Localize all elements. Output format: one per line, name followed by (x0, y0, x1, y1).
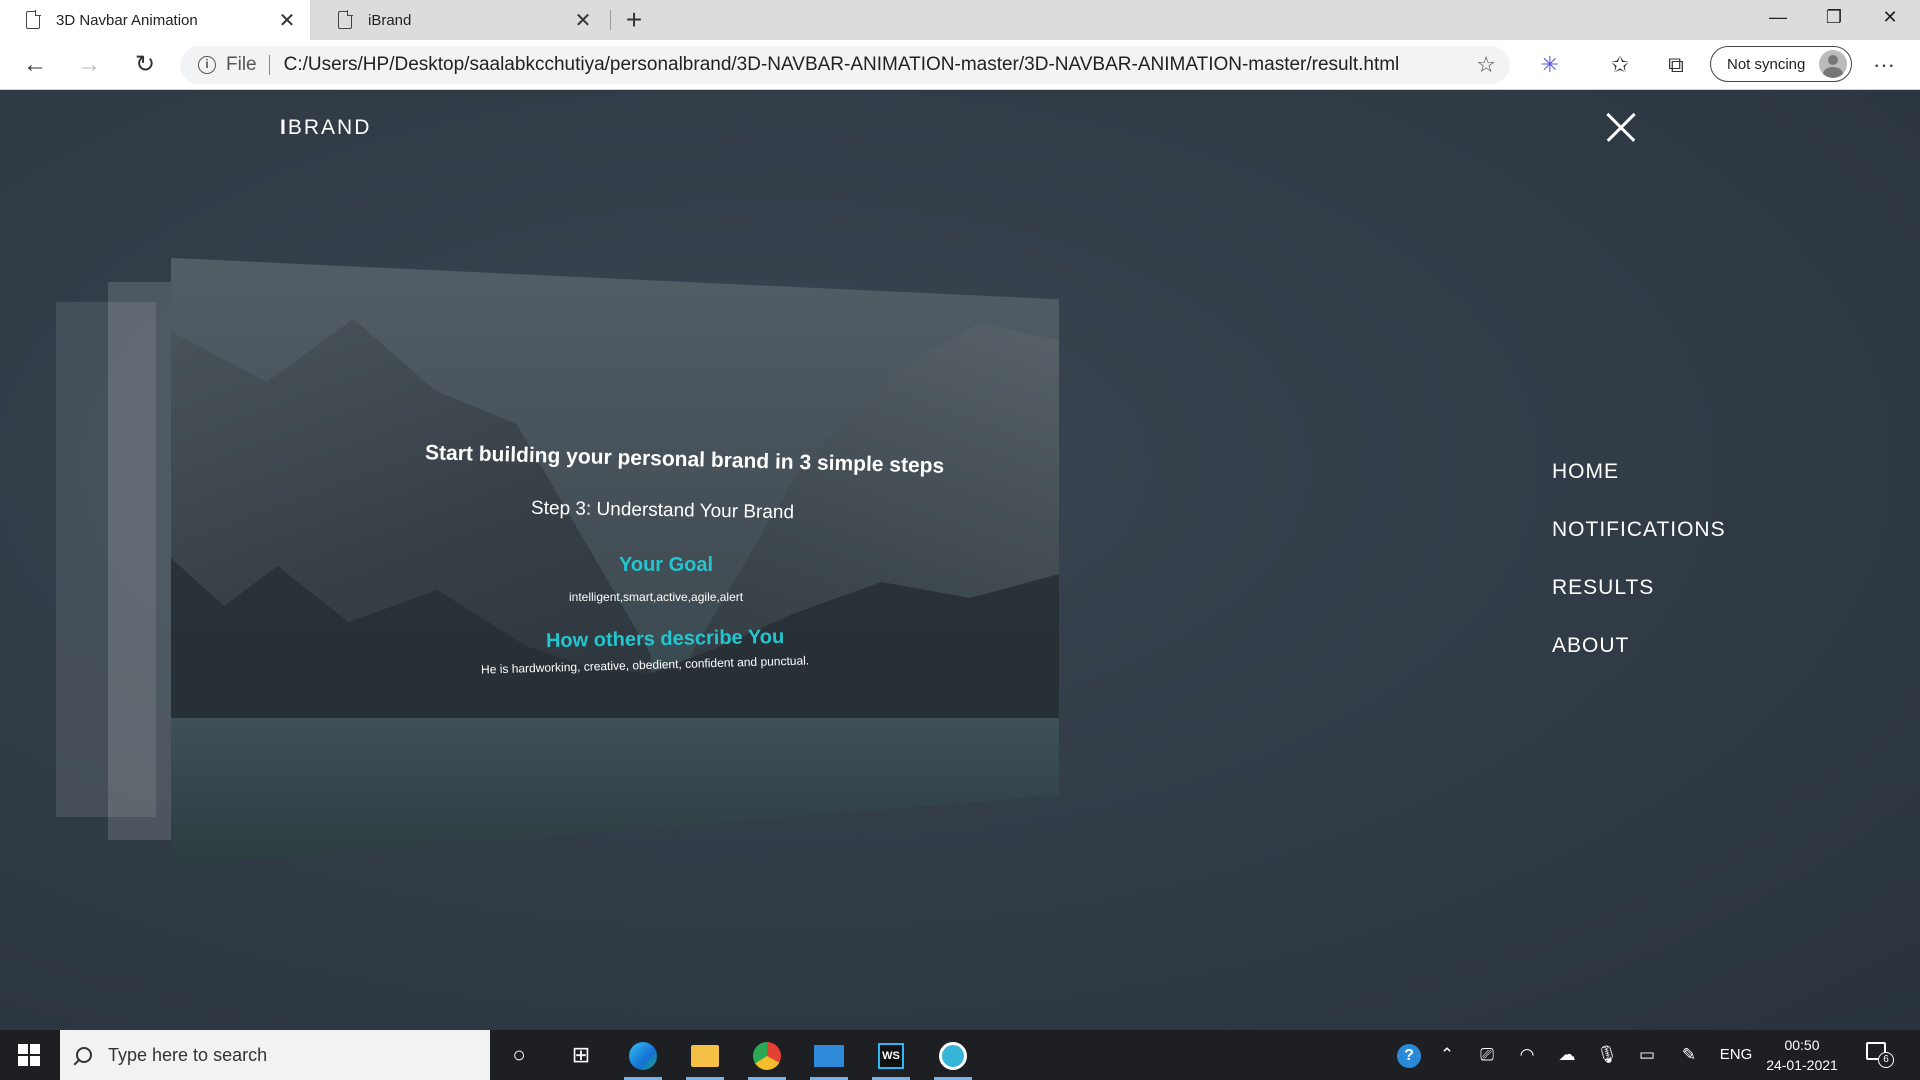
address-bar-row: ← → ↻ i File C:/Users/HP/Desktop/saalabk… (0, 40, 1920, 90)
clock-time: 00:50 (1784, 1037, 1820, 1053)
task-view-icon[interactable]: ⊞ (558, 1035, 604, 1075)
search-placeholder: Type here to search (108, 1044, 268, 1065)
nav-results[interactable]: RESULTS (1552, 576, 1726, 601)
url-text: C:/Users/HP/Desktop/saalabkcchutiya/pers… (283, 54, 1400, 75)
info-icon[interactable]: i (198, 56, 216, 74)
nav-notifications[interactable]: NOTIFICATIONS (1552, 518, 1726, 543)
brand-logo[interactable]: IBRAND (280, 116, 371, 140)
extension-icon[interactable]: ✳ (1534, 49, 1566, 81)
page-icon (338, 10, 353, 29)
page-icon (26, 10, 41, 29)
nav-home[interactable]: HOME (1552, 460, 1726, 485)
wifi-icon[interactable]: ◠ (1512, 1030, 1542, 1080)
tab-3d-navbar[interactable]: 3D Navbar Animation ✕ (0, 0, 310, 40)
tab-close-icon[interactable]: ✕ (568, 8, 598, 33)
page-content: IBRAND Start building your personal bran… (0, 90, 1920, 1030)
window-close-button[interactable]: ✕ (1862, 0, 1918, 36)
tab-title: 3D Navbar Animation (56, 11, 198, 29)
language-indicator[interactable]: ENG (1716, 1030, 1756, 1080)
stacked-panel (108, 282, 178, 840)
chrome-app-icon[interactable] (744, 1035, 790, 1080)
scheme-label: File (226, 54, 257, 75)
chevron-up-icon[interactable]: ⌃ (1432, 1030, 1462, 1080)
forward-button[interactable]: → (72, 48, 106, 82)
address-input[interactable]: i File C:/Users/HP/Desktop/saalabkcchuti… (180, 46, 1510, 84)
goal-title: Your Goal (619, 554, 714, 576)
close-menu-icon[interactable] (1606, 112, 1636, 142)
reload-button[interactable]: ↻ (128, 48, 162, 82)
new-tab-button[interactable]: + (618, 4, 650, 36)
webstorm-app-icon[interactable]: WS (868, 1035, 914, 1080)
mail-app-icon[interactable] (806, 1035, 852, 1080)
help-icon[interactable]: ? (1392, 1030, 1426, 1080)
meet-now-icon[interactable]: ⎚ (1472, 1030, 1502, 1080)
main-nav: HOME NOTIFICATIONS RESULTS ABOUT (1552, 460, 1726, 692)
goal-text: intelligent,smart,active,agile,alert (569, 590, 744, 604)
clock-date: 24-01-2021 (1766, 1057, 1838, 1073)
edge-app-icon[interactable] (620, 1035, 666, 1080)
card-step: Step 3: Understand Your Brand (530, 497, 795, 524)
nav-about[interactable]: ABOUT (1552, 634, 1726, 659)
tab-bar: 3D Navbar Animation ✕ iBrand ✕ + — ❐ ✕ (0, 0, 1920, 40)
taskbar-search-input[interactable]: Type here to search (60, 1030, 490, 1080)
card-heading: Start building your personal brand in 3 … (424, 441, 945, 478)
battery-icon[interactable]: ▭ (1632, 1030, 1662, 1080)
sync-label: Not syncing (1727, 55, 1806, 73)
card-text: Start building your personal brand in 3 … (171, 258, 1059, 866)
describe-text: He is hardworking, creative, obedient, c… (480, 653, 810, 677)
microphone-icon[interactable]: 🎙 (1592, 1030, 1622, 1080)
onedrive-icon[interactable]: ☁ (1552, 1030, 1582, 1080)
tab-ibrand[interactable]: iBrand ✕ (312, 0, 606, 40)
tab-title: iBrand (368, 11, 412, 29)
minimize-button[interactable]: — (1750, 0, 1806, 36)
divider (268, 55, 270, 75)
brand-card[interactable]: Start building your personal brand in 3 … (171, 258, 1059, 866)
windows-start-icon[interactable] (18, 1044, 40, 1066)
taskbar: Type here to search ○ ⊞ WS ? ⌃ ⎚ ◠ ☁ 🎙 ▭… (0, 1030, 1920, 1080)
tab-separator (610, 10, 611, 30)
collections-icon[interactable]: ⧉ (1660, 49, 1692, 81)
brand-prefix: I (280, 116, 288, 139)
brand-rest: BRAND (287, 116, 372, 139)
clock[interactable]: 00:50 24-01-2021 (1760, 1035, 1844, 1075)
describe-title: How others describe You (545, 625, 785, 653)
file-explorer-icon[interactable] (682, 1035, 728, 1080)
notification-badge: 6 (1878, 1052, 1894, 1068)
more-icon[interactable]: ··· (1868, 49, 1900, 81)
profile-sync-button[interactable]: Not syncing (1710, 46, 1852, 82)
notification-center-icon[interactable]: 6 (1866, 1042, 1894, 1068)
search-icon (76, 1047, 92, 1063)
avatar (1819, 50, 1847, 78)
favorites-icon[interactable]: ✩ (1604, 49, 1636, 81)
favorites-add-icon[interactable]: ☆ (1476, 52, 1496, 78)
maximize-button[interactable]: ❐ (1806, 0, 1862, 36)
cortana-icon[interactable]: ○ (496, 1035, 542, 1075)
pen-icon[interactable]: ✎ (1674, 1030, 1704, 1080)
app-icon[interactable] (930, 1035, 976, 1080)
back-button[interactable]: ← (18, 48, 52, 82)
tab-close-icon[interactable]: ✕ (272, 8, 302, 33)
